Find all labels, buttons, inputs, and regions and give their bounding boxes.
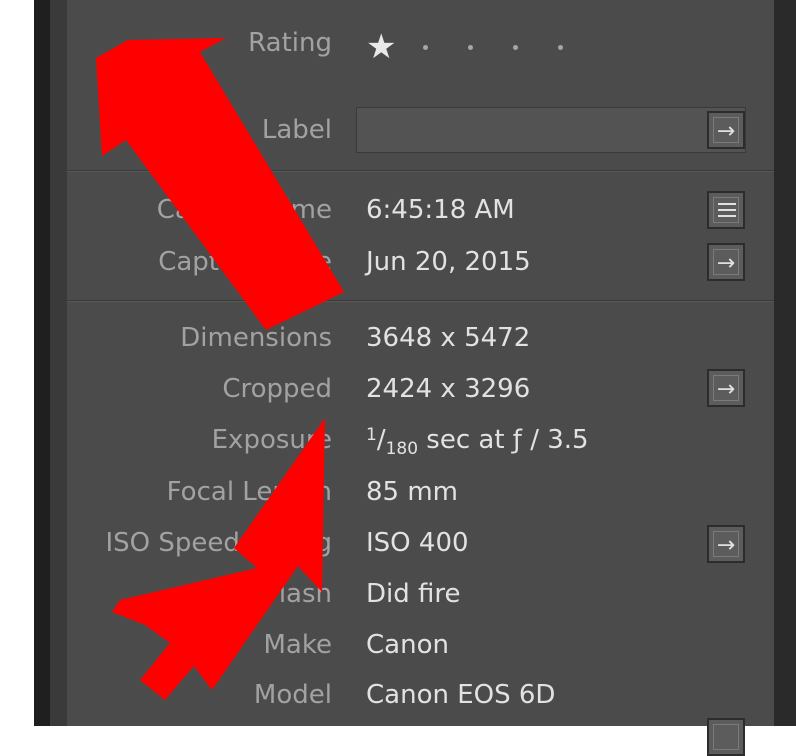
make-value: Canon — [366, 630, 449, 660]
section-divider — [67, 300, 774, 301]
empty-star-dot[interactable] — [468, 44, 474, 50]
empty-star-dot[interactable] — [423, 44, 429, 50]
cropped-value: 2424 x 3296 — [366, 374, 531, 404]
capture-date-label: Capture Date — [158, 247, 332, 277]
exposure-rest: sec at ƒ / 3.5 — [418, 425, 589, 455]
cropped-go-button[interactable]: → — [707, 369, 745, 407]
arrow-right-icon: → — [716, 533, 736, 558]
rating-label: Rating — [248, 28, 332, 58]
capture-time-label: Capture Time — [156, 195, 332, 225]
iso-label: ISO Speed Rating — [105, 528, 333, 558]
exposure-value: 1/180 sec at ƒ / 3.5 — [366, 425, 589, 459]
exposure-label: Exposure — [211, 425, 332, 455]
model-label: Model — [253, 680, 332, 710]
arrow-right-icon: → — [716, 251, 736, 276]
iso-go-button[interactable]: → — [707, 525, 745, 563]
exposure-numerator: 1 — [366, 425, 377, 445]
exposure-denominator: 180 — [385, 439, 419, 459]
capture-time-value: 6:45:18 AM — [366, 195, 515, 225]
dimensions-label: Dimensions — [180, 323, 332, 353]
cropped-label: Cropped — [222, 374, 332, 404]
model-value: Canon EOS 6D — [366, 680, 556, 710]
flash-value: Did fire — [366, 579, 461, 609]
capture-date-value: Jun 20, 2015 — [366, 247, 531, 277]
label-go-button[interactable]: → — [707, 111, 745, 149]
list-icon — [718, 203, 736, 221]
empty-star-dot[interactable] — [513, 44, 519, 50]
model-go-button[interactable] — [707, 718, 745, 756]
focal-length-label: Focal Length — [166, 477, 332, 507]
make-label: Make — [263, 630, 333, 660]
rating-stars[interactable]: ★ — [366, 30, 564, 64]
label-label: Label — [261, 115, 332, 145]
capture-time-list-button[interactable] — [707, 191, 745, 229]
iso-value: ISO 400 — [366, 528, 469, 558]
dimensions-value: 3648 x 5472 — [366, 323, 531, 353]
panel-frame-strip — [50, 0, 67, 726]
flash-label: Flash — [263, 579, 332, 609]
scrollbar-track[interactable] — [774, 0, 796, 726]
empty-star-dot[interactable] — [558, 44, 564, 50]
label-input[interactable] — [356, 107, 746, 153]
star-icon[interactable]: ★ — [366, 30, 396, 64]
arrow-right-icon: → — [716, 119, 736, 144]
focal-length-value: 85 mm — [366, 477, 459, 507]
arrow-right-icon: → — [716, 377, 736, 402]
section-divider — [67, 170, 774, 171]
capture-date-go-button[interactable]: → — [707, 243, 745, 281]
